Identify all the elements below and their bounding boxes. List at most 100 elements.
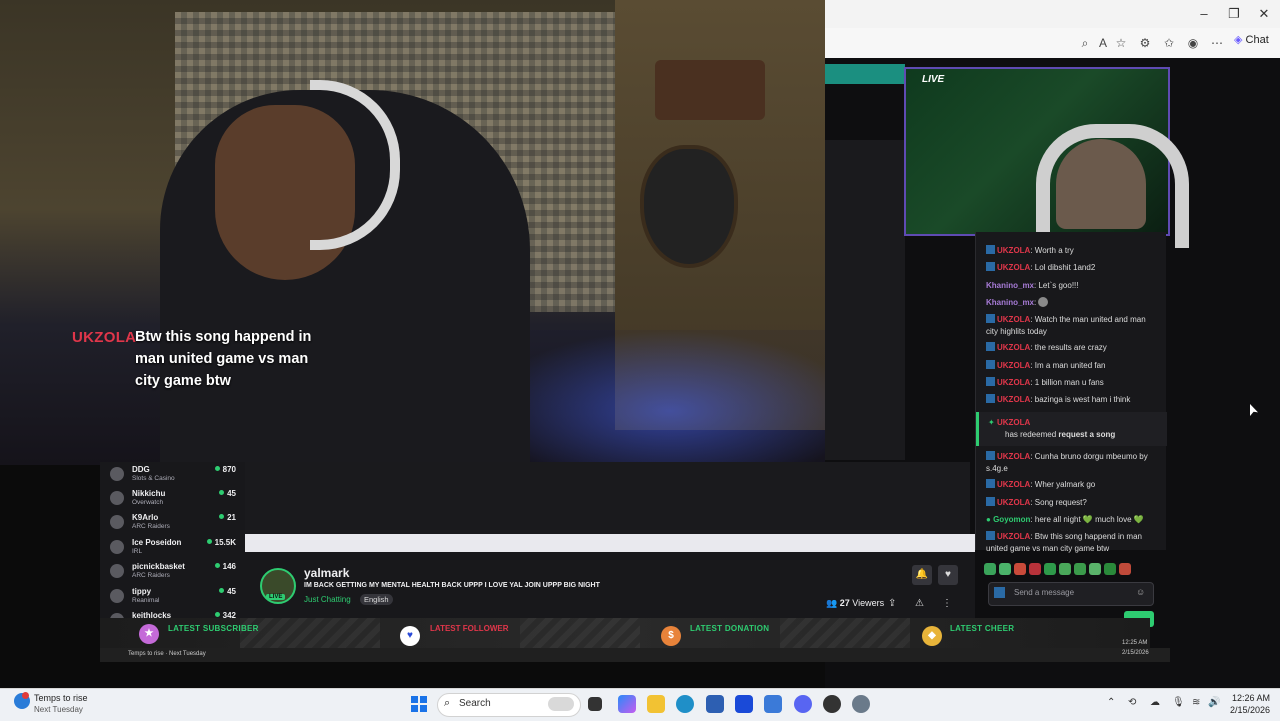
clock-date[interactable]: 2/15/2026 xyxy=(1226,705,1270,715)
emote-icon[interactable] xyxy=(1119,563,1131,575)
discord-icon[interactable] xyxy=(794,695,812,713)
zoom-icon[interactable]: ⌕ xyxy=(1076,34,1094,52)
windows-start-icon[interactable] xyxy=(411,696,427,712)
emote-icon[interactable] xyxy=(999,563,1011,575)
reward-icon: ✦ xyxy=(988,418,995,427)
followed-channel[interactable]: Nikkichu Overwatch 45 xyxy=(110,489,240,513)
more-options-icon[interactable]: ⋮ xyxy=(942,598,952,609)
notification-bell-icon[interactable]: 🔔 xyxy=(912,565,932,585)
followed-channel[interactable]: DDG Slots & Casino 870 xyxy=(110,465,240,489)
share-icon[interactable]: ⇪ xyxy=(888,598,896,609)
copilot-chat-button[interactable]: ◈ Chat xyxy=(1234,33,1269,46)
chat-badge-icon xyxy=(994,587,1005,598)
chevron-up-icon[interactable]: ⌃ xyxy=(1107,697,1115,708)
microphone-icon[interactable]: 🎙 xyxy=(1172,697,1185,708)
stream-language-tag[interactable]: English xyxy=(360,594,393,605)
profile-icon[interactable]: ◉ xyxy=(1184,34,1202,52)
search-highlight-icon[interactable] xyxy=(548,697,574,711)
viewer-cam-face xyxy=(1056,139,1146,229)
more-icon[interactable]: ⋯ xyxy=(1208,34,1226,52)
live-stream-preview[interactable] xyxy=(904,67,1189,248)
apple-decoration xyxy=(640,145,738,268)
redeem-text: ✦ UKZOLA xyxy=(988,418,1031,427)
avatar xyxy=(110,515,124,529)
followed-channel[interactable]: tippy Reanimal 45 xyxy=(110,587,240,611)
badge-icon xyxy=(986,342,995,351)
followed-channel[interactable]: picnickbasket ARC Raiders 146 xyxy=(110,562,240,586)
chat-message: UKZOLA: the results are crazy xyxy=(986,342,1156,354)
nested-clock-date: 2/15/2026 xyxy=(1122,650,1149,656)
copilot-icon: ◈ xyxy=(1234,34,1243,46)
edge-browser-icon[interactable] xyxy=(676,695,694,713)
emote-icon[interactable] xyxy=(984,563,996,575)
caption-username: UKZOLA xyxy=(72,329,137,346)
badge-icon xyxy=(986,497,995,506)
copilot-taskbar-icon[interactable] xyxy=(618,695,636,713)
emote-icon[interactable] xyxy=(1044,563,1056,575)
streamer-name[interactable]: yalmark xyxy=(304,566,349,580)
subscriber-star-icon: ★ xyxy=(139,624,159,644)
follower-heart-icon: ♥ xyxy=(400,626,420,646)
settings-gear-icon[interactable] xyxy=(852,695,870,713)
chat-message: Khanino_mx: Let`s goo!!! xyxy=(986,281,1079,290)
nested-stream-capture xyxy=(825,140,905,460)
emote-bar[interactable] xyxy=(984,562,1156,578)
emote-icon[interactable] xyxy=(1029,563,1041,575)
emote-icon[interactable] xyxy=(1074,563,1086,575)
chat-message: UKZOLA: 1 billion man u fans xyxy=(986,377,1156,389)
mail-icon[interactable] xyxy=(764,695,782,713)
stripe-decoration xyxy=(780,618,910,648)
extensions-icon[interactable]: ⚙ xyxy=(1136,34,1154,52)
store-icon[interactable] xyxy=(706,695,724,713)
blue-light xyxy=(480,330,825,465)
weather-alert-icon xyxy=(22,692,29,699)
cloud-icon[interactable]: ☁ xyxy=(1150,697,1160,708)
viewer-count: 👥 27 Viewers xyxy=(826,598,885,608)
caption-line-3: city game btw xyxy=(135,373,231,389)
avatar xyxy=(110,491,124,505)
stream-category[interactable]: Just Chatting xyxy=(304,595,351,604)
favorites-icon[interactable]: ✩ xyxy=(1160,34,1178,52)
redeem-detail: has redeemed request a song xyxy=(1005,430,1116,439)
nested-weather: Temps to rise · Next Tuesday xyxy=(128,651,206,657)
favorite-star-icon[interactable]: ☆ xyxy=(1112,34,1130,52)
chat-message: ● Goyomon: here all night 💚 much love 💚 xyxy=(986,515,1144,524)
stream-title: IM BACK GETTING MY MENTAL HEALTH BACK UP… xyxy=(304,582,600,589)
emote-icon[interactable] xyxy=(1014,563,1026,575)
badge-icon xyxy=(986,479,995,488)
maximize-icon[interactable]: ❐ xyxy=(1226,6,1242,22)
latest-donation-label: LATEST DONATION xyxy=(690,624,770,633)
live-label: LIVE xyxy=(922,74,945,85)
nested-taskbar xyxy=(245,534,975,552)
emote-icon[interactable] xyxy=(1089,563,1101,575)
dropbox-icon[interactable] xyxy=(735,695,753,713)
report-icon[interactable]: ⚠ xyxy=(915,598,924,609)
chat-input-placeholder: Send a message xyxy=(1014,588,1075,597)
wifi-icon[interactable]: ≋ xyxy=(1192,697,1200,708)
emote-icon[interactable] xyxy=(1059,563,1071,575)
search-placeholder: Search xyxy=(459,698,491,709)
sync-icon[interactable]: ⟲ xyxy=(1128,697,1136,708)
obs-icon[interactable] xyxy=(823,695,841,713)
weather-headline[interactable]: Temps to rise xyxy=(34,693,88,703)
followed-channel[interactable]: K9Arlo ARC Raiders 21 xyxy=(110,513,240,537)
close-icon[interactable]: ✕ xyxy=(1256,6,1272,22)
emote-picker-icon[interactable]: ☺ xyxy=(1136,587,1145,597)
nested-clock-time: 12:25 AM xyxy=(1122,640,1148,646)
avatar xyxy=(110,467,124,481)
nested-stream-header xyxy=(825,64,905,84)
volume-icon[interactable]: 🔊 xyxy=(1208,697,1220,708)
clock-time[interactable]: 12:26 AM xyxy=(1226,693,1270,703)
badge-icon xyxy=(986,314,995,323)
follow-heart-icon[interactable]: ♥ xyxy=(938,565,958,585)
followed-channel[interactable]: Ice Poseidon IRL 15.5K xyxy=(110,538,240,562)
emote-icon[interactable] xyxy=(1104,563,1116,575)
badge-icon xyxy=(986,451,995,460)
read-aloud-icon[interactable]: A xyxy=(1094,34,1112,52)
webcam-feed xyxy=(0,0,825,465)
minimize-icon[interactable]: – xyxy=(1196,6,1212,22)
caption-line-2: man united game vs man xyxy=(135,351,309,367)
stripe-decoration xyxy=(520,618,640,648)
file-explorer-icon[interactable] xyxy=(647,695,665,713)
task-view-icon[interactable] xyxy=(588,697,602,711)
